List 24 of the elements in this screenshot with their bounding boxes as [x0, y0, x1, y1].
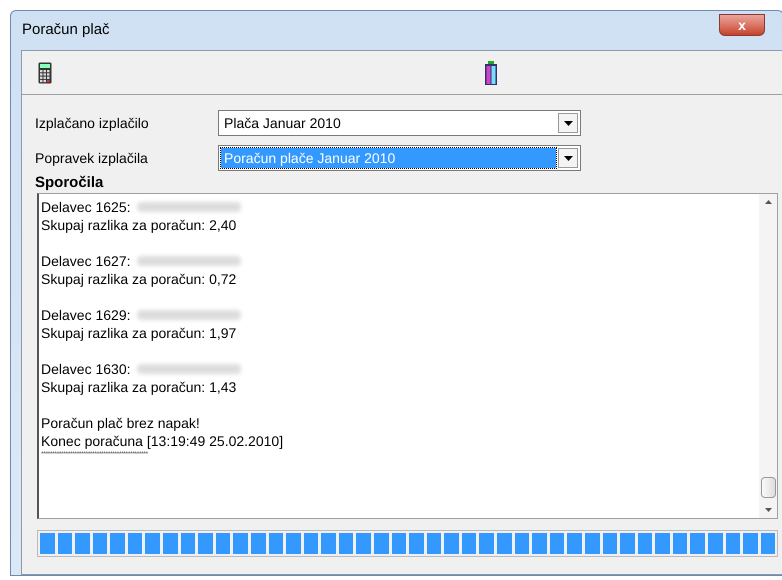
message-line: Konec poračuna [13:19:49 25.02.2010] — [41, 432, 284, 450]
calculator-icon[interactable] — [38, 62, 52, 84]
building-icon[interactable] — [484, 60, 498, 84]
message-line: Skupaj razlika za poračun: 1,43 — [41, 378, 236, 396]
dropdown[interactable]: Poračun plače Januar 2010 — [218, 145, 581, 171]
close-button[interactable]: x — [719, 14, 765, 36]
message-line: Poračun plač brez napak! — [41, 414, 200, 432]
dropdown[interactable]: Plača Januar 2010 — [218, 110, 581, 136]
scroll-down-icon[interactable] — [764, 508, 772, 512]
message-line: Delavec 1625: — [41, 198, 131, 216]
message-line: Skupaj razlika za poračun: 0,72 — [41, 270, 236, 288]
dropdown-value: Plača Januar 2010 — [223, 114, 342, 132]
section-title: Sporočila — [34, 173, 104, 193]
field-label: Popravek izplačila — [35, 148, 149, 168]
message-line: Delavec 1630: — [41, 360, 131, 378]
message-line: Skupaj razlika za poračun: 2,40 — [41, 216, 236, 234]
dropdown-value: Poračun plače Januar 2010 — [221, 148, 556, 168]
message-line: Delavec 1629: — [41, 306, 131, 324]
message-line: Skupaj razlika za poračun: 1,97 — [41, 324, 236, 342]
scroll-up-icon[interactable] — [764, 200, 772, 204]
message-line: Delavec 1627: — [41, 252, 131, 270]
window-title: Poračun plač — [22, 20, 110, 40]
field-label: Izplačano izplačilo — [35, 114, 150, 133]
scroll-thumb[interactable] — [760, 477, 776, 498]
